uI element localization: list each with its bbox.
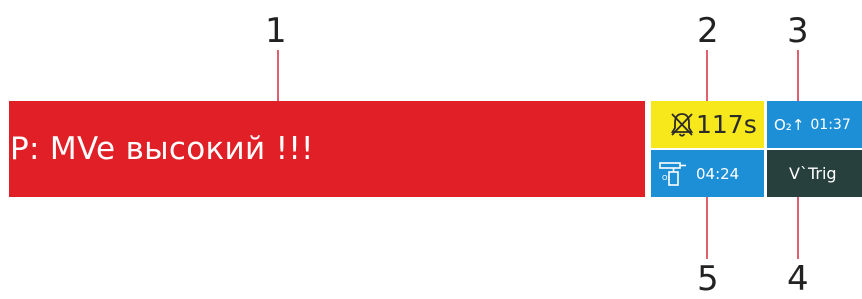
oxygen-therapy-icon: O₂	[659, 161, 686, 186]
trigger-type-button[interactable]: V`Trig	[767, 150, 862, 197]
alarm-silence-countdown: 117s	[696, 110, 757, 139]
svg-text:O₂: O₂	[662, 174, 671, 182]
alarm-silence-button[interactable]: 117s	[651, 101, 764, 148]
alarm-message-bar[interactable]: P: MVe высокий !!!	[9, 101, 645, 197]
leader-line-1	[277, 50, 279, 101]
callout-number-5: 5	[697, 259, 719, 299]
alarm-bell-silenced-icon	[670, 112, 694, 137]
alarm-message-text: P: MVe высокий !!!	[10, 131, 314, 167]
o2-boost-icon: O₂↑	[774, 115, 805, 134]
o2-therapy-button[interactable]: O₂ 04:24	[651, 150, 764, 197]
o2-boost-button[interactable]: O₂↑ 01:37	[767, 101, 862, 148]
trigger-type-label: V`Trig	[789, 164, 837, 183]
callout-number-3: 3	[787, 11, 809, 51]
callout-number-2: 2	[697, 11, 719, 51]
o2-boost-timer: 01:37	[810, 116, 851, 133]
callout-number-4: 4	[787, 259, 809, 299]
leader-line-3	[797, 50, 799, 101]
leader-line-2	[706, 50, 708, 101]
leader-line-5	[706, 197, 708, 259]
callout-number-1: 1	[265, 11, 287, 51]
leader-line-4	[797, 197, 799, 259]
o2-therapy-timer: 04:24	[696, 164, 740, 183]
